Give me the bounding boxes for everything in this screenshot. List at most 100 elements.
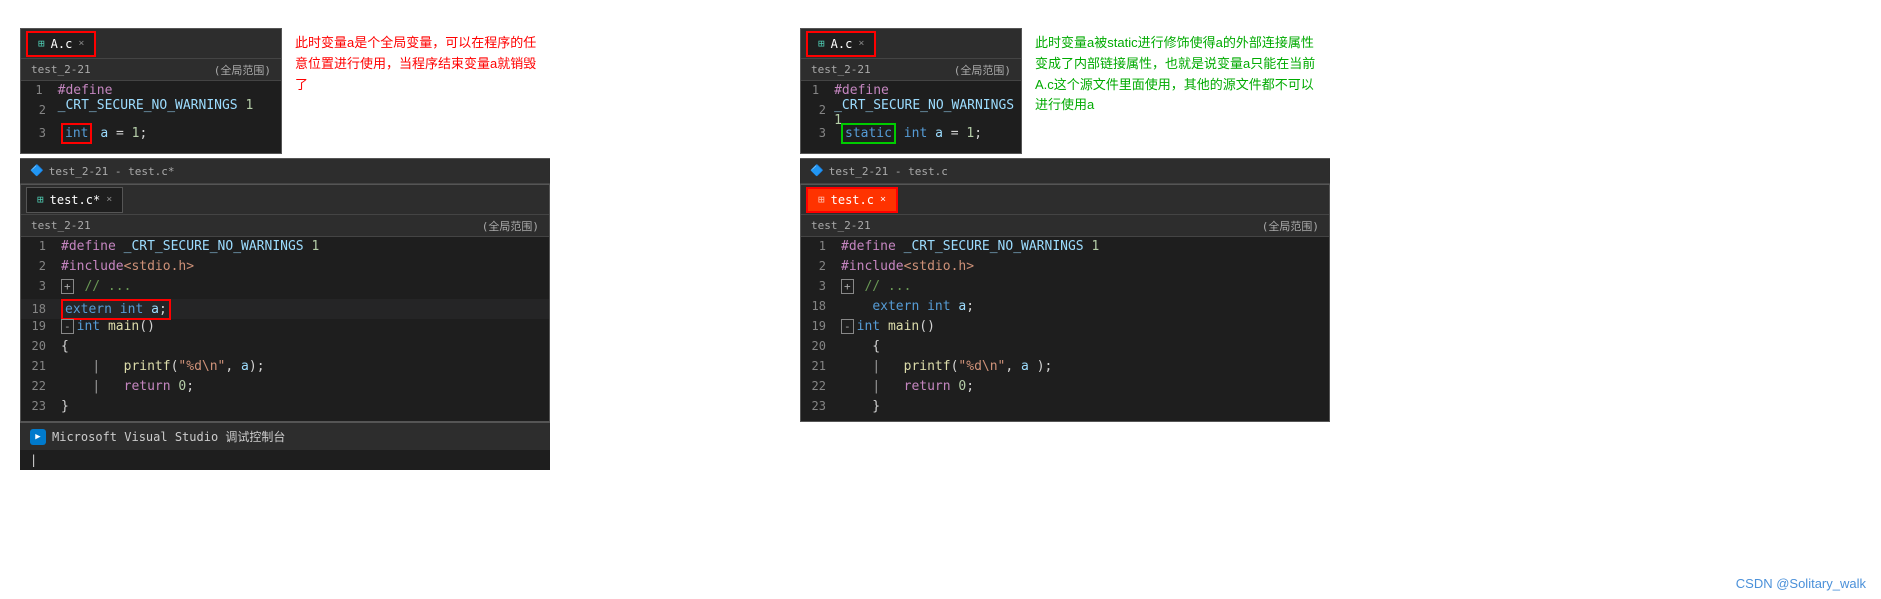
right-top-breadcrumb: test_2-21 (全局范围) (801, 59, 1021, 81)
right-top-code: 1 #define _CRT_SECURE_NO_WARNINGS 1 2 3 (801, 81, 1021, 145)
breadcrumb-right: (全局范围) (954, 62, 1011, 78)
left-screenshot: ⊞ A.c × test_2-21 (全局范围) 1 #de (20, 28, 550, 589)
code-line-2: 2 #include<stdio.h> (21, 259, 549, 279)
line-num: 2 (21, 103, 61, 117)
code-line-2: 2 #include<stdio.h> (801, 259, 1329, 279)
breadcrumb-right: (全局范围) (1262, 218, 1319, 234)
code-line-22: 22 | return 0; (21, 379, 549, 399)
left-top-ide-window: ⊞ A.c × test_2-21 (全局范围) 1 #de (20, 28, 282, 154)
right-bottom-tab-bar: ⊞ test.c × (801, 185, 1329, 215)
left-top-annotation: 此时变量a是个全局变量，可以在程序的任意位置进行使用，当程序结束变量a就销毁了 (290, 28, 550, 154)
line-content: #include<stdio.h> (61, 259, 194, 274)
code-line-3: 3 + // ... (21, 279, 549, 299)
line-content: | return 0; (61, 379, 194, 394)
line-content: { (841, 339, 880, 354)
line-num: 2 (801, 259, 841, 273)
code-line-20: 20 { (21, 339, 549, 359)
split-label: test_2-21 - test.c (829, 165, 948, 178)
line-content: #define _CRT_SECURE_NO_WARNINGS 1 (841, 239, 1099, 254)
right-screenshot: ⊞ A.c × test_2-21 (全局范围) 1 #de (800, 28, 1330, 589)
breadcrumb-left: test_2-21 (811, 63, 871, 76)
tab-icon: ⊞ (38, 37, 45, 50)
left-debug-bar: ▶ Microsoft Visual Studio 调试控制台 (20, 422, 550, 450)
watermark-text: CSDN @Solitary_walk (1736, 576, 1866, 591)
tab-icon: ⊞ (37, 193, 44, 206)
code-line-19: 19 -int main() (801, 319, 1329, 339)
right-bottom-breadcrumb: test_2-21 (全局范围) (801, 215, 1329, 237)
left-top-tab-ac[interactable]: ⊞ A.c × (26, 31, 96, 57)
line-num: 23 (801, 399, 841, 413)
code-line-19: 19 -int main() (21, 319, 549, 339)
cursor-indicator: | (30, 453, 37, 467)
tab-close[interactable]: × (78, 38, 84, 49)
line-content: + // ... (841, 279, 911, 294)
line-num: 3 (21, 126, 61, 140)
line-num: 1 (21, 239, 61, 253)
line-content: #include<stdio.h> (841, 259, 974, 274)
right-top-annotation: 此时变量a被static进行修饰使得a的外部连接属性变成了内部链接属性，也就是说… (1030, 28, 1330, 154)
line-num: 18 (21, 302, 61, 316)
line-content: #define _CRT_SECURE_NO_WARNINGS 1 (834, 83, 1021, 128)
right-top-editor: ⊞ A.c × test_2-21 (全局范围) 1 #de (800, 28, 1330, 154)
line-content: -int main() (841, 319, 935, 334)
line-num: 22 (801, 379, 841, 393)
left-bottom-code: 1 #define _CRT_SECURE_NO_WARNINGS 1 2 #i… (21, 237, 549, 421)
tab-label: A.c (51, 37, 73, 51)
line-content: int a = 1; (61, 123, 147, 144)
code-line-18: 18 extern int a; (801, 299, 1329, 319)
right-top-tab-ac[interactable]: ⊞ A.c × (806, 31, 876, 57)
line-content: #define _CRT_SECURE_NO_WARNINGS 1 (58, 83, 281, 113)
left-bottom-tab[interactable]: ⊞ test.c* × (26, 187, 123, 213)
left-top-editor: ⊞ A.c × test_2-21 (全局范围) 1 #de (20, 28, 550, 154)
right-top-tab-bar: ⊞ A.c × (801, 29, 1021, 59)
breadcrumb-left: test_2-21 (31, 219, 91, 232)
csdn-watermark: CSDN @Solitary_walk (1736, 576, 1866, 591)
line-num: 3 (21, 279, 61, 293)
line-num: 21 (801, 359, 841, 373)
line-content: { (61, 339, 69, 354)
code-line-1: 1 #define _CRT_SECURE_NO_WARNINGS 1 (21, 83, 281, 103)
line-num: 18 (801, 299, 841, 313)
left-top-breadcrumb: test_2-21 (全局范围) (21, 59, 281, 81)
tab-close[interactable]: × (106, 194, 112, 205)
left-status-line: | (20, 450, 550, 470)
right-split-bar: 🔷 test_2-21 - test.c (800, 158, 1330, 184)
line-num: 20 (801, 339, 841, 353)
line-num: 20 (21, 339, 61, 353)
code-line-21: 21 | printf("%d\n", a); (21, 359, 549, 379)
annotation-text: 此时变量a是个全局变量，可以在程序的任意位置进行使用，当程序结束变量a就销毁了 (295, 35, 536, 92)
right-bottom-tab[interactable]: ⊞ test.c × (806, 187, 898, 213)
line-content: + // ... (61, 279, 131, 294)
code-line-22: 22 | return 0; (801, 379, 1329, 399)
line-content: | printf("%d\n", a); (61, 359, 265, 374)
tab-close[interactable]: × (880, 194, 886, 205)
left-top-tab-bar: ⊞ A.c × (21, 29, 281, 59)
line-num: 2 (801, 103, 841, 117)
breadcrumb-right: (全局范围) (214, 62, 271, 78)
split-label: test_2-21 - test.c* (49, 165, 175, 178)
left-bottom-editor: ⊞ test.c* × test_2-21 (全局范围) 1 #define _… (20, 184, 550, 422)
line-content: static int a = 1; (841, 123, 982, 144)
tab-label: test.c (831, 193, 874, 207)
left-bottom-breadcrumb: test_2-21 (全局范围) (21, 215, 549, 237)
line-content: | return 0; (841, 379, 974, 394)
tab-label: A.c (831, 37, 853, 51)
code-line-23: 23 } (801, 399, 1329, 419)
debug-icon: ▶ (30, 429, 46, 445)
left-bottom-tab-bar: ⊞ test.c* × (21, 185, 549, 215)
line-content: } (61, 399, 69, 414)
line-num: 2 (21, 259, 61, 273)
line-content (841, 103, 849, 118)
code-line-1: 1 #define _CRT_SECURE_NO_WARNINGS 1 (801, 239, 1329, 259)
tab-close[interactable]: × (858, 38, 864, 49)
split-icon: 🔷 (810, 164, 824, 178)
line-content: | printf("%d\n", a ); (841, 359, 1052, 374)
line-num: 19 (801, 319, 841, 333)
line-num: 22 (21, 379, 61, 393)
right-bottom-code: 1 #define _CRT_SECURE_NO_WARNINGS 1 2 #i… (801, 237, 1329, 421)
line-content: extern int a; (61, 299, 171, 320)
code-line-1: 1 #define _CRT_SECURE_NO_WARNINGS 1 (801, 83, 1021, 103)
code-line-1: 1 #define _CRT_SECURE_NO_WARNINGS 1 (21, 239, 549, 259)
breadcrumb-left: test_2-21 (31, 63, 91, 76)
line-num: 21 (21, 359, 61, 373)
